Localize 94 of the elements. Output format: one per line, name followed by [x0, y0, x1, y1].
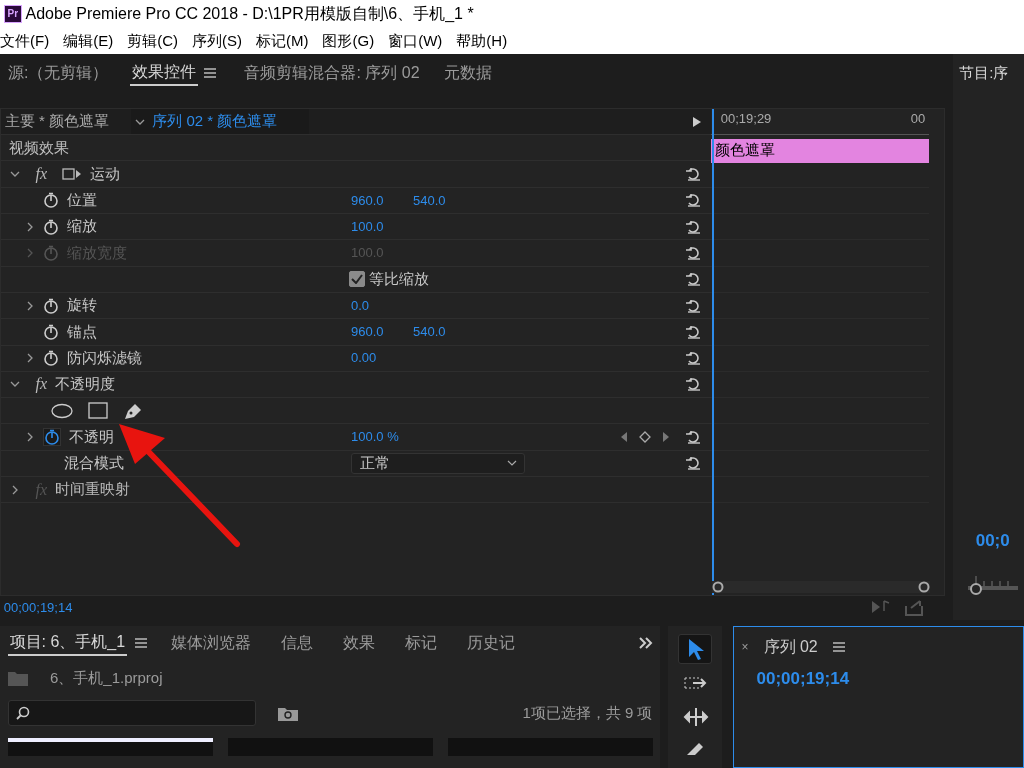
effect-name: 不透明度	[54, 374, 115, 395]
panel-tab[interactable]: 源:（无剪辑）	[6, 60, 111, 85]
reset-icon[interactable]	[685, 246, 701, 260]
menu-item[interactable]: 文件(F)	[0, 29, 56, 53]
find-bin-icon[interactable]	[278, 705, 298, 721]
clip-bar: 颜色遮罩	[711, 138, 929, 163]
value-field[interactable]: 960.0	[351, 190, 413, 211]
reset-icon[interactable]	[685, 219, 701, 234]
stopwatch-icon[interactable]	[44, 429, 60, 446]
play-triangle-icon[interactable]	[693, 116, 701, 127]
ellipse-mask-icon[interactable]	[51, 402, 73, 419]
reset-icon[interactable]	[685, 298, 701, 313]
panel-tab[interactable]: 序列 02	[763, 634, 818, 659]
panel-tab[interactable]: 元数据	[441, 60, 494, 85]
program-timecode: 00;0	[974, 529, 1011, 552]
panel-tab[interactable]: 历史记	[465, 631, 518, 655]
panel-tab[interactable]: 效果	[341, 631, 378, 655]
menu-item[interactable]: 帮助(H)	[456, 29, 514, 53]
value-field[interactable]: 100.0 %	[351, 427, 413, 447]
app-icon: Pr	[3, 5, 22, 23]
close-icon[interactable]: ×	[741, 637, 749, 656]
blend-mode-dropdown[interactable]: 正常	[351, 452, 525, 474]
checkbox-label: 等比缩放	[368, 269, 429, 290]
stopwatch-icon[interactable]	[43, 297, 59, 314]
scrollbar-handle-icon[interactable]	[712, 581, 724, 594]
property-name: 防闪烁滤镜	[66, 347, 142, 368]
panel-tab[interactable]: 项目: 6、手机_1	[7, 630, 128, 656]
reset-icon[interactable]	[685, 456, 701, 471]
overflow-chevron-icon[interactable]	[638, 637, 653, 649]
reset-icon[interactable]	[685, 430, 701, 445]
fx-icon: fx	[35, 162, 48, 187]
reset-icon[interactable]	[685, 193, 701, 208]
selection-info: 1项已选择，共 9 项	[522, 702, 653, 723]
effect-name: 运动	[89, 163, 120, 184]
value-field[interactable]: 100.0	[351, 216, 413, 237]
master-clip-label: 主要 * 颜色遮罩	[3, 111, 110, 132]
menu-item[interactable]: 序列(S)	[192, 29, 248, 53]
menu-item[interactable]: 剪辑(C)	[127, 29, 184, 53]
select-tool-button[interactable]	[678, 633, 712, 664]
sequence-timecode[interactable]: 00;00;19;14	[741, 666, 1016, 692]
fx-icon: fx	[35, 372, 48, 397]
property-name: 旋转	[66, 295, 97, 316]
panel-tab[interactable]: 音频剪辑混合器: 序列 02	[242, 60, 422, 85]
panel-tab[interactable]: 节目:序	[957, 61, 1011, 85]
zoom-scrollbar[interactable]	[712, 581, 930, 594]
window-title: Adobe Premiere Pro CC 2018 - D:\1PR用模版自制\6、手机_1 *	[25, 4, 474, 24]
ruler-time: 00;19;29	[719, 109, 772, 128]
property-name: 缩放	[66, 216, 97, 237]
stopwatch-icon[interactable]	[43, 323, 59, 340]
search-icon	[16, 706, 30, 720]
scrollbar-handle-icon[interactable]	[918, 581, 930, 594]
reset-icon[interactable]	[685, 377, 701, 392]
chevron-icon	[134, 117, 145, 126]
reset-icon[interactable]	[685, 324, 701, 339]
current-timecode[interactable]: 00;00;19;14	[0, 598, 73, 618]
section-header: 视频效果	[7, 137, 69, 158]
property-name: 不透明	[68, 426, 114, 447]
menu-item[interactable]: 图形(G)	[322, 29, 381, 53]
panel-tab[interactable]: 信息	[279, 631, 316, 655]
chevron-icon	[506, 460, 517, 467]
value-field[interactable]: 0.0	[351, 295, 413, 316]
value-field[interactable]: 960.0	[351, 322, 413, 342]
property-name: 混合模式	[63, 453, 124, 474]
menu-item[interactable]: 窗口(W)	[388, 29, 449, 53]
thumbnail[interactable]	[7, 737, 213, 756]
checkbox[interactable]	[349, 271, 365, 288]
sequence-clip-dropdown[interactable]: 序列 02 * 颜色遮罩	[131, 108, 309, 135]
value-field[interactable]: 540.0	[413, 322, 475, 342]
stopwatch-icon[interactable]	[43, 218, 59, 235]
folder-icon	[7, 670, 28, 686]
keyframe-navigator-icon[interactable]	[621, 431, 669, 444]
panel-tab[interactable]: 媒体浏览器	[169, 631, 254, 655]
pen-icon[interactable]	[123, 401, 143, 420]
project-file-name: 6、手机_1.prproj	[50, 667, 163, 688]
panel-tab[interactable]: 效果控件	[130, 59, 199, 86]
panel-menu-icon[interactable]	[135, 638, 148, 648]
effect-name: 时间重映射	[54, 479, 130, 500]
reset-icon[interactable]	[685, 272, 701, 287]
value-field[interactable]: 540.0	[413, 190, 475, 211]
stopwatch-icon[interactable]	[43, 350, 59, 367]
stopwatch-icon[interactable]	[43, 192, 59, 209]
property-name: 位置	[66, 190, 97, 211]
menu-item[interactable]: 编辑(E)	[63, 29, 120, 53]
reset-icon[interactable]	[685, 167, 701, 182]
rectangle-mask-icon[interactable]	[88, 402, 108, 420]
panel-menu-icon[interactable]	[204, 67, 217, 78]
panel-menu-icon[interactable]	[832, 641, 845, 652]
panel-tab[interactable]: 标记	[403, 631, 440, 655]
ruler-time: 00	[910, 109, 926, 128]
search-field[interactable]	[7, 700, 256, 726]
property-name: 锚点	[66, 321, 97, 342]
reset-icon[interactable]	[685, 351, 701, 366]
menu-item[interactable]: 标记(M)	[256, 29, 315, 53]
value-field[interactable]: 0.00	[351, 348, 413, 368]
